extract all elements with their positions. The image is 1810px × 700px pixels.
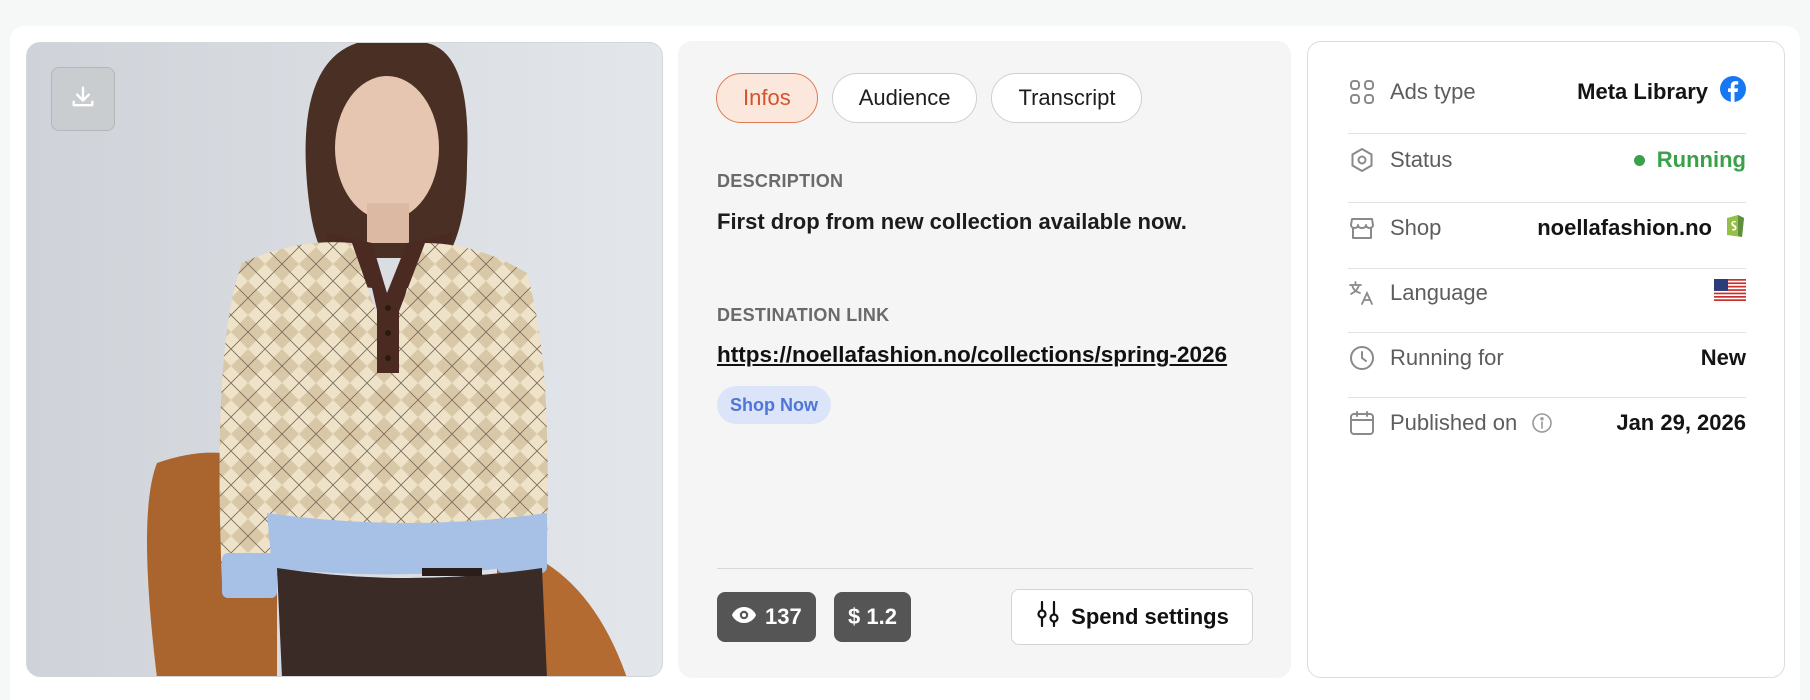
meta-divider [1348, 397, 1746, 398]
status-dot [1633, 154, 1645, 166]
tab-infos[interactable]: Infos [716, 73, 818, 123]
views-badge: 137 [717, 592, 816, 642]
meta-row-language: Language [1348, 275, 1746, 311]
calendar-icon [1348, 409, 1376, 437]
meta-divider [1348, 268, 1746, 269]
shop-value[interactable]: noellafashion.no [1537, 212, 1746, 244]
tab-audience[interactable]: Audience [831, 73, 978, 123]
ad-meta-panel: Ads type Meta Library Status Running Sho… [1307, 41, 1785, 678]
info-tabs: Infos Audience Transcript [716, 73, 1143, 123]
spend-settings-button[interactable]: Spend settings [1011, 589, 1253, 645]
meta-row-shop: Shop noellafashion.no [1348, 210, 1746, 246]
running-for-value: New [1700, 345, 1746, 370]
cta-badge: Shop Now [717, 386, 831, 424]
shopify-icon [1724, 212, 1746, 244]
published-on-value: Jan 29, 2026 [1616, 410, 1746, 435]
tab-transcript[interactable]: Transcript [991, 73, 1143, 123]
meta-row-ads-type: Ads type Meta Library [1348, 74, 1746, 110]
meta-row-published-on: Published on Jan 29, 2026 [1348, 405, 1746, 441]
language-value [1714, 279, 1746, 307]
running-for-label: Running for [1390, 345, 1504, 370]
status-label: Status [1390, 147, 1453, 172]
status-icon [1348, 146, 1376, 174]
spend-settings-label: Spend settings [1071, 604, 1229, 629]
sliders-icon [1035, 600, 1061, 634]
destination-link[interactable]: https://noellafashion.no/collections/spr… [717, 342, 1227, 368]
shop-label: Shop [1390, 215, 1442, 240]
meta-row-running-for: Running for New [1348, 340, 1746, 376]
stats-divider [717, 568, 1253, 569]
ad-media-preview[interactable] [26, 42, 663, 677]
translate-icon [1348, 279, 1376, 307]
status-text: Running [1656, 147, 1746, 172]
ad-info-panel: Infos Audience Transcript DESCRIPTION Fi… [678, 41, 1291, 678]
description-label: DESCRIPTION [717, 171, 844, 191]
info-icon[interactable] [1531, 412, 1553, 434]
ads-type-text: Meta Library [1577, 79, 1708, 104]
grid-icon [1348, 78, 1376, 106]
meta-divider [1348, 133, 1746, 134]
download-button[interactable] [51, 67, 115, 131]
meta-row-status: Status Running [1348, 142, 1746, 178]
ads-type-value: Meta Library [1577, 76, 1746, 108]
published-on-label: Published on [1390, 410, 1518, 435]
description-text: First drop from new collection available… [717, 209, 1187, 234]
ads-type-label: Ads type [1390, 79, 1476, 104]
facebook-icon [1720, 76, 1746, 108]
us-flag-icon [1714, 279, 1746, 307]
destination-link-label: DESTINATION LINK [717, 305, 890, 325]
spend-amount: $ 1.2 [848, 604, 897, 629]
meta-divider [1348, 332, 1746, 333]
status-value: Running [1633, 147, 1746, 173]
views-count: 137 [765, 604, 802, 629]
language-label: Language [1390, 280, 1488, 305]
shop-icon [1348, 214, 1376, 242]
meta-divider [1348, 202, 1746, 203]
spend-badge: $ 1.2 [834, 592, 911, 642]
clock-icon [1348, 344, 1376, 372]
ad-photo [27, 43, 662, 676]
download-icon [69, 83, 97, 116]
eye-icon [731, 604, 757, 630]
shop-domain[interactable]: noellafashion.no [1537, 215, 1712, 241]
